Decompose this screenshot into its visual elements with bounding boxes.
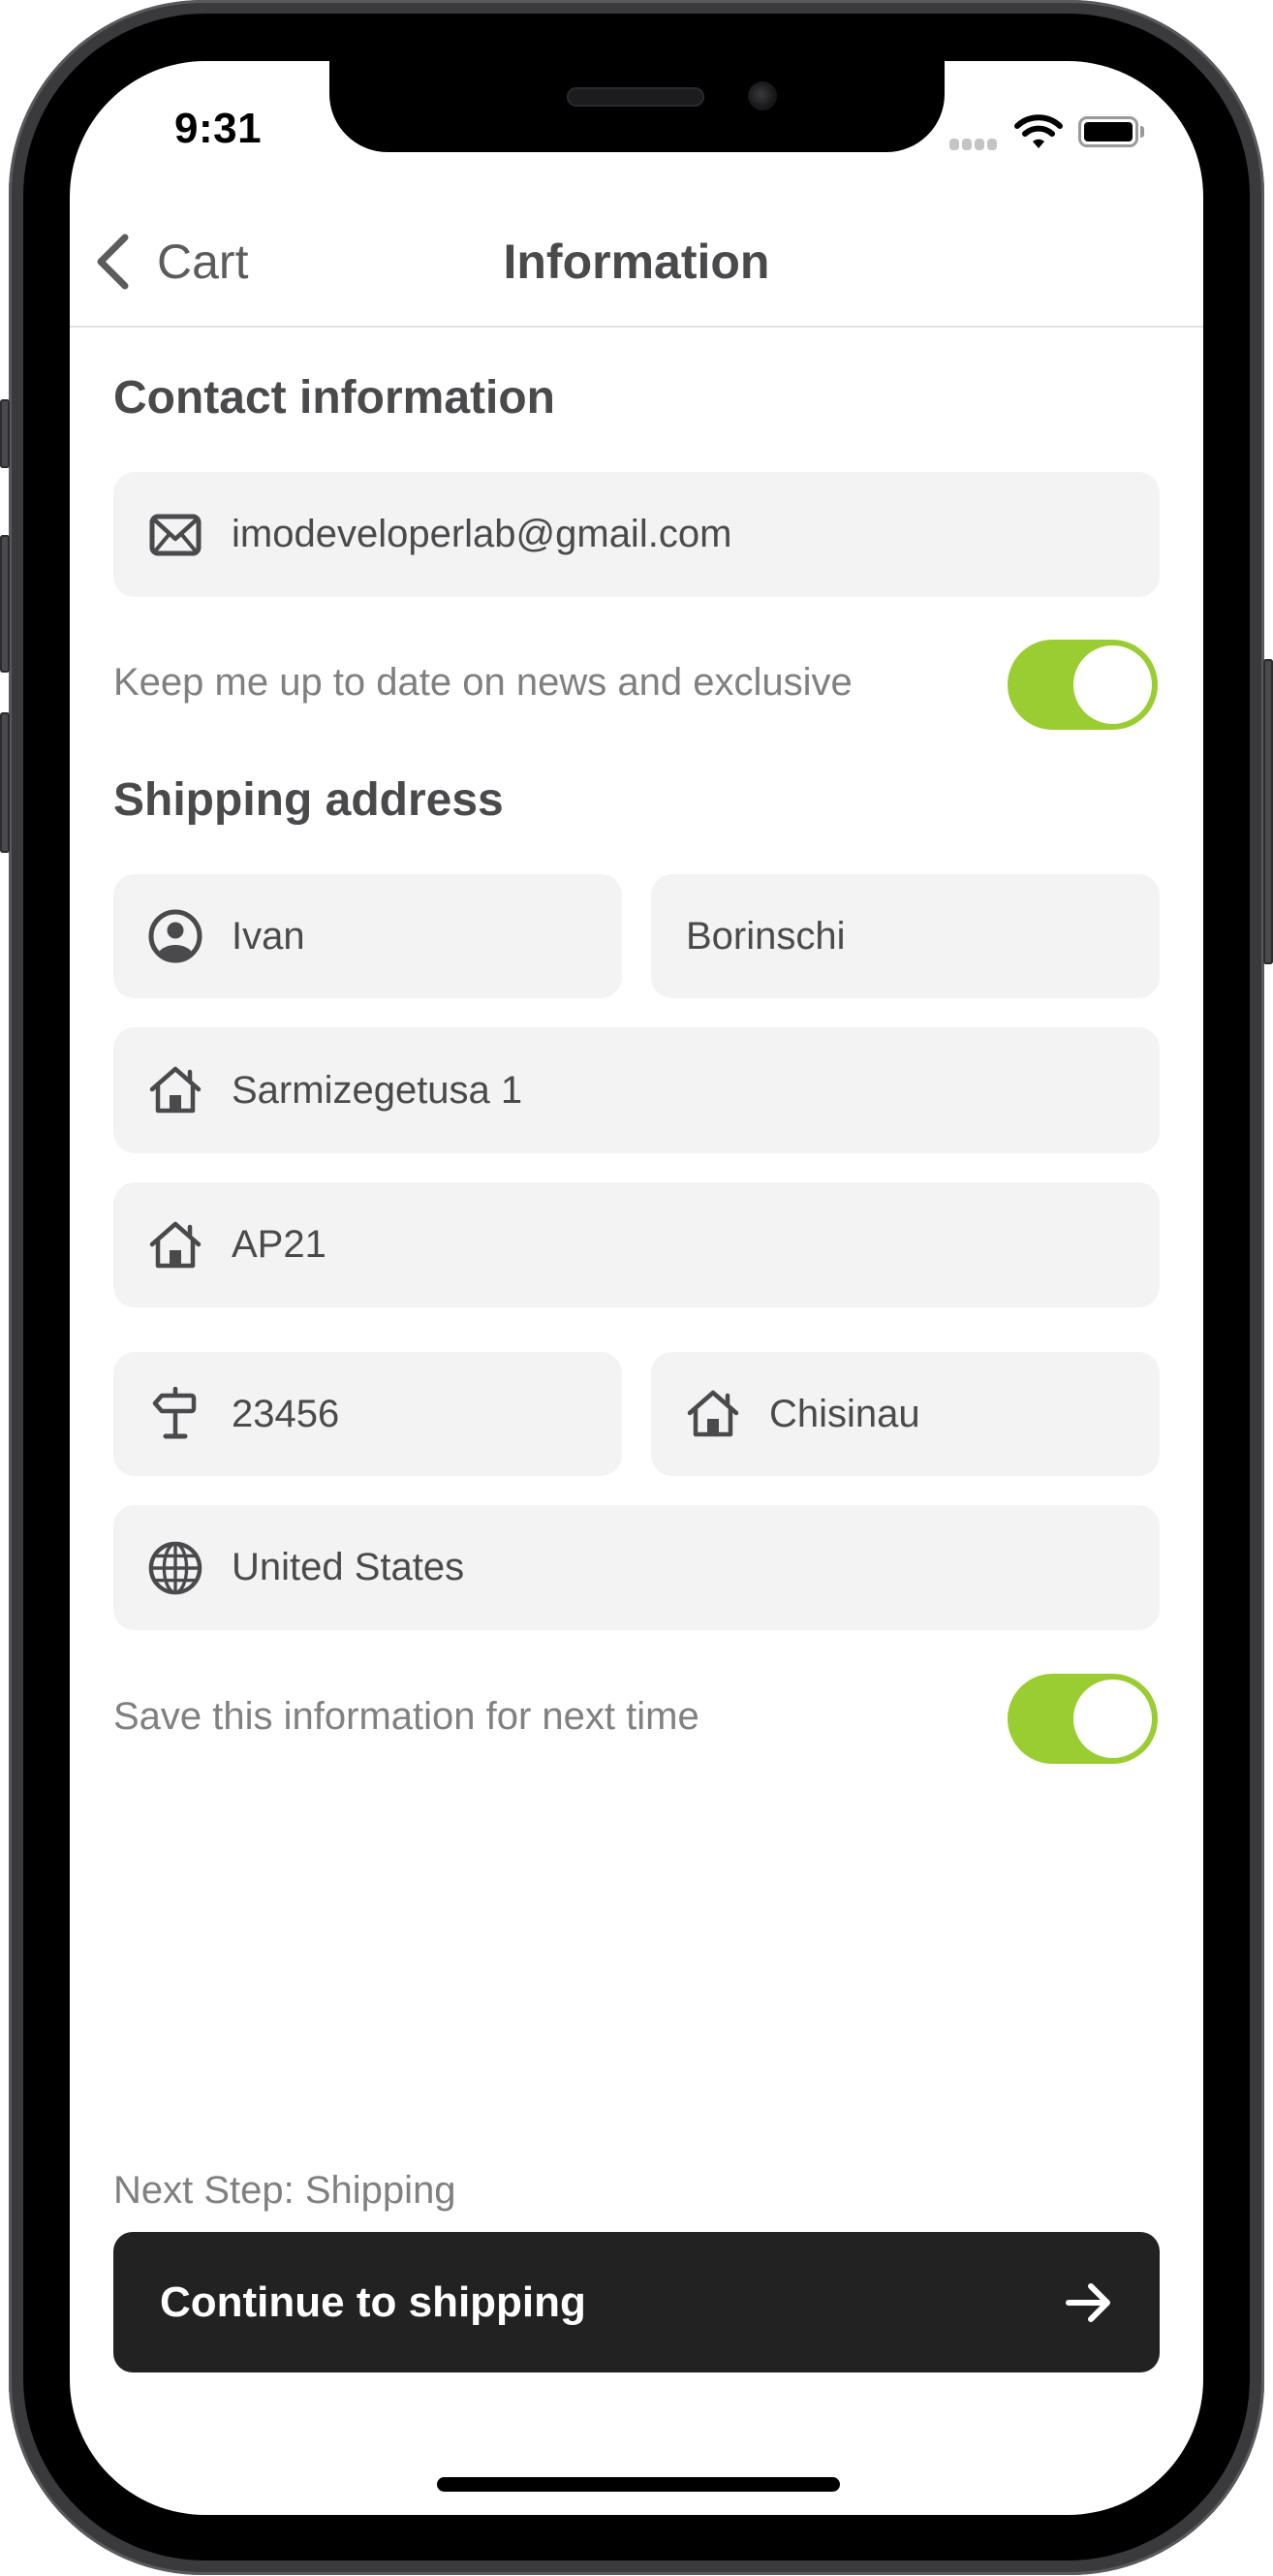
email-field[interactable]: imodeveloperlab@gmail.com — [113, 472, 1160, 597]
first-name-field[interactable]: Ivan — [113, 874, 622, 998]
country-value: United States — [232, 1546, 465, 1588]
continue-to-shipping-button[interactable]: Continue to shipping — [113, 2232, 1160, 2372]
apartment-field[interactable]: AP21 — [113, 1182, 1160, 1307]
toggle-knob — [1073, 645, 1152, 724]
contact-section-title: Contact information — [113, 372, 555, 424]
newsletter-toggle[interactable] — [1008, 640, 1158, 730]
newsletter-label: Keep me up to date on news and exclusive — [113, 661, 853, 704]
battery-tip — [1140, 126, 1144, 138]
postal-code-value: 23456 — [232, 1392, 340, 1435]
home-indicator[interactable] — [437, 2477, 840, 2492]
first-name-value: Ivan — [232, 914, 305, 958]
address-field[interactable]: Sarmizegetusa 1 — [113, 1027, 1160, 1153]
next-step-label: Next Step: Shipping — [113, 2169, 456, 2212]
nav-divider — [70, 326, 1203, 328]
house-icon — [148, 1218, 202, 1272]
last-name-value: Borinschi — [686, 914, 846, 958]
person-circle-icon — [148, 909, 202, 963]
back-button[interactable]: Cart — [93, 231, 248, 293]
city-field[interactable]: Chisinau — [651, 1352, 1160, 1476]
mute-switch — [0, 399, 10, 468]
speaker-grille — [567, 87, 704, 107]
last-name-field[interactable]: Borinschi — [651, 874, 1160, 998]
volume-up-button — [0, 535, 10, 673]
save-info-label: Save this information for next time — [113, 1695, 699, 1738]
address-value: Sarmizegetusa 1 — [232, 1068, 523, 1112]
envelope-icon — [148, 508, 202, 562]
arrow-right-icon — [1066, 2282, 1110, 2322]
globe-icon — [148, 1541, 202, 1595]
front-camera — [748, 81, 777, 110]
continue-button-label: Continue to shipping — [160, 2278, 586, 2326]
house-icon — [148, 1063, 202, 1117]
city-value: Chisinau — [769, 1392, 920, 1435]
save-info-toggle[interactable] — [1008, 1674, 1158, 1764]
chevron-left-icon — [97, 234, 129, 290]
house-icon — [686, 1387, 740, 1441]
signpost-icon — [148, 1387, 202, 1441]
volume-down-button — [0, 712, 10, 853]
postal-code-field[interactable]: 23456 — [113, 1352, 622, 1476]
shipping-section-title: Shipping address — [113, 774, 504, 826]
country-field[interactable]: United States — [113, 1505, 1160, 1630]
status-time: 9:31 — [174, 105, 263, 152]
apartment-value: AP21 — [232, 1223, 326, 1266]
email-value: imodeveloperlab@gmail.com — [232, 513, 732, 555]
battery-full-icon — [1078, 116, 1138, 147]
toggle-knob — [1073, 1680, 1152, 1758]
back-button-label: Cart — [157, 235, 249, 289]
wifi-icon — [1014, 114, 1063, 148]
power-button — [1263, 659, 1273, 964]
